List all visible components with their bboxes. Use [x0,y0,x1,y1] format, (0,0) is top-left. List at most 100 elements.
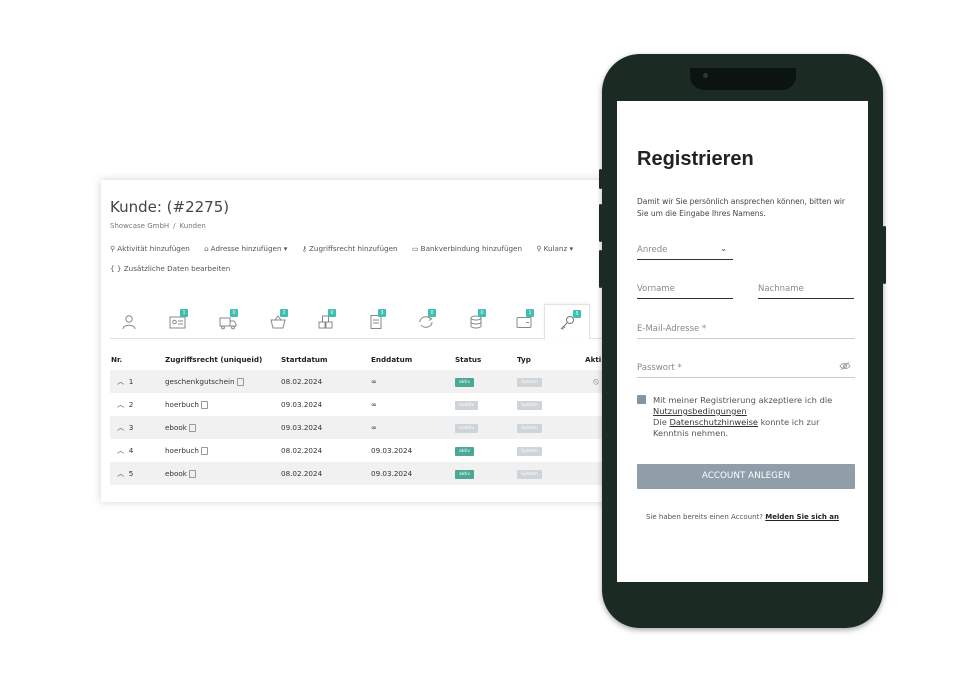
table-row[interactable]: ︿ 2 hoerbuch 09.03.2024 ∞ inaktiv System [110,393,641,416]
breadcrumb-company[interactable]: Showcase GmbH [110,222,169,230]
row-number: 5 [128,468,134,478]
column-header-status[interactable]: Status [454,348,516,370]
type-badge: System [517,401,542,410]
chevron-up-icon[interactable]: ︿ [111,400,124,409]
login-prompt: Sie haben bereits einen Account? Melden … [617,513,868,521]
tab-badge: 3 [378,309,386,317]
row-number: 3 [128,422,134,432]
type-badge: System [517,470,542,479]
tab-badge: 5 [573,310,581,318]
tab-packages[interactable]: 0 [306,304,346,338]
access-right-cell: ebook [164,416,280,439]
chevron-up-icon[interactable]: ︿ [111,377,124,386]
status-cell: aktiv [454,439,516,462]
email-placeholder: E-Mail-Adresse * [637,324,707,334]
column-header-access-right[interactable]: Zugriffsrecht (uniqueid) [164,348,280,370]
access-right-name: ebook [165,469,187,478]
add-access-right-button[interactable]: ⚷ Zugriffsrecht hinzufügen [302,244,398,253]
deactivate-icon[interactable]: ⦸ [585,377,599,387]
breadcrumb-customers[interactable]: Kunden [180,222,206,230]
tab-contact[interactable] [110,304,150,338]
terms-link[interactable]: Nutzungsbedingungen [653,406,747,416]
tab-badge: 2 [280,309,288,317]
chevron-up-icon[interactable]: ︿ [111,446,124,455]
password-input[interactable]: Passwort * [637,361,855,378]
access-right-cell: hoerbuch [164,439,280,462]
tab-wallet[interactable]: 1 [504,304,544,338]
tab-delivery[interactable]: 0 [208,304,248,338]
copy-icon[interactable] [200,401,208,409]
status-badge: inaktiv [455,424,479,433]
tab-badge: 0 [230,309,238,317]
table-row[interactable]: ︿ 5 ebook 08.02.2024 09.03.2024 aktiv Sy… [110,462,641,485]
firstname-input[interactable]: Vorname [637,284,733,299]
end-date: ∞ [371,400,377,409]
breadcrumb: Showcase GmbH / Kunden [110,222,206,230]
add-bank-account-button[interactable]: ▭ Bankverbindung hinzufügen [412,244,522,253]
tab-documents[interactable]: 3 [356,304,396,338]
copy-icon[interactable] [188,424,196,432]
row-number: 2 [128,399,134,409]
phone-volume-up-button [599,204,602,242]
end-date: 09.03.2024 [371,446,413,455]
access-right-name: ebook [165,423,187,432]
login-prompt-text: Sie haben bereits einen Account? [645,513,764,521]
phone-frame: Registrieren Damit wir Sie persönlich an… [599,54,886,628]
tab-basket[interactable]: 2 [258,304,298,338]
tab-badge: 1 [526,309,534,317]
column-header-end-date[interactable]: Enddatum [370,348,454,370]
privacy-link[interactable]: Datenschutzhinweise [669,417,758,427]
status-badge: inaktiv [455,401,479,410]
edit-extra-data-button[interactable]: { } Zusätzliche Daten bearbeiten [110,264,230,273]
customer-panel: Kunde: (#2275) Showcase GmbH / Kunden ⚲ Akt… [101,180,641,502]
add-activity-button[interactable]: ⚲ Aktivität hinzufügen [110,244,190,253]
tab-bar: 1 0 2 0 3 0 0 1 5 [110,304,641,340]
terms-text-1: Mit meiner Registrierung akzeptiere ich … [653,395,833,405]
lastname-placeholder: Nachname [758,284,804,294]
start-date: 08.02.2024 [281,446,323,455]
table-row[interactable]: ︿ 3 ebook 09.03.2024 ∞ inaktiv System [110,416,641,439]
copy-icon[interactable] [236,378,244,386]
status-cell: aktiv [454,462,516,485]
add-address-button[interactable]: ⌂ Adresse hinzufügen ▾ [204,244,287,253]
tab-id-card[interactable]: 1 [158,304,198,338]
column-header-nr[interactable]: Nr. [110,348,164,370]
copy-icon[interactable] [200,447,208,455]
column-header-start-date[interactable]: Startdatum [280,348,370,370]
registration-intro: Damit wir Sie persönlich ansprechen könn… [637,197,846,218]
row-number: 4 [128,445,134,455]
chevron-up-icon[interactable]: ︿ [111,423,124,432]
login-link[interactable]: Melden Sie sich an [765,513,839,521]
column-header-type[interactable]: Typ [516,348,584,370]
user-icon: ⚲ [110,244,116,253]
start-date: 08.02.2024 [280,462,370,485]
end-date: ∞ [370,370,454,393]
tab-subscriptions[interactable]: 0 [406,304,446,338]
table-header-row: Nr. Zugriffsrecht (uniqueid) Startdatum … [110,348,641,370]
email-input[interactable]: E-Mail-Adresse * [637,324,855,339]
row-number: 1 [128,376,134,386]
terms-checkbox[interactable] [637,395,646,404]
table-row[interactable]: ︿ 1 geschenkgutschein 08.02.2024 ∞ aktiv… [110,370,641,393]
camera-icon [703,73,708,78]
access-right-name: hoerbuch [165,400,199,409]
lastname-input[interactable]: Nachname [758,284,854,299]
access-right-cell: ebook [164,462,280,485]
tab-payments[interactable]: 0 [456,304,496,338]
chevron-up-icon[interactable]: ︿ [111,469,124,478]
eye-off-icon[interactable] [839,361,851,374]
tab-access-rights[interactable]: 5 [544,304,590,340]
table-row[interactable]: ︿ 4 hoerbuch 08.02.2024 09.03.2024 aktiv… [110,439,641,462]
salutation-select[interactable]: Anrede ⌄ [637,244,733,260]
breadcrumb-separator: / [173,222,176,230]
create-account-button[interactable]: ACCOUNT ANLEGEN [637,464,855,489]
type-badge: System [517,378,542,387]
status-badge: aktiv [455,378,475,387]
access-right-cell: geschenkgutschein [164,370,280,393]
row-number-cell: ︿ 1 [110,370,164,393]
chevron-down-icon: ⌄ [720,244,727,253]
firstname-placeholder: Vorname [637,284,675,294]
add-bank-account-label: Bankverbindung hinzufügen [420,244,523,253]
copy-icon[interactable] [188,470,196,478]
goodwill-dropdown[interactable]: ⚲ Kulanz ▾ [536,244,573,253]
